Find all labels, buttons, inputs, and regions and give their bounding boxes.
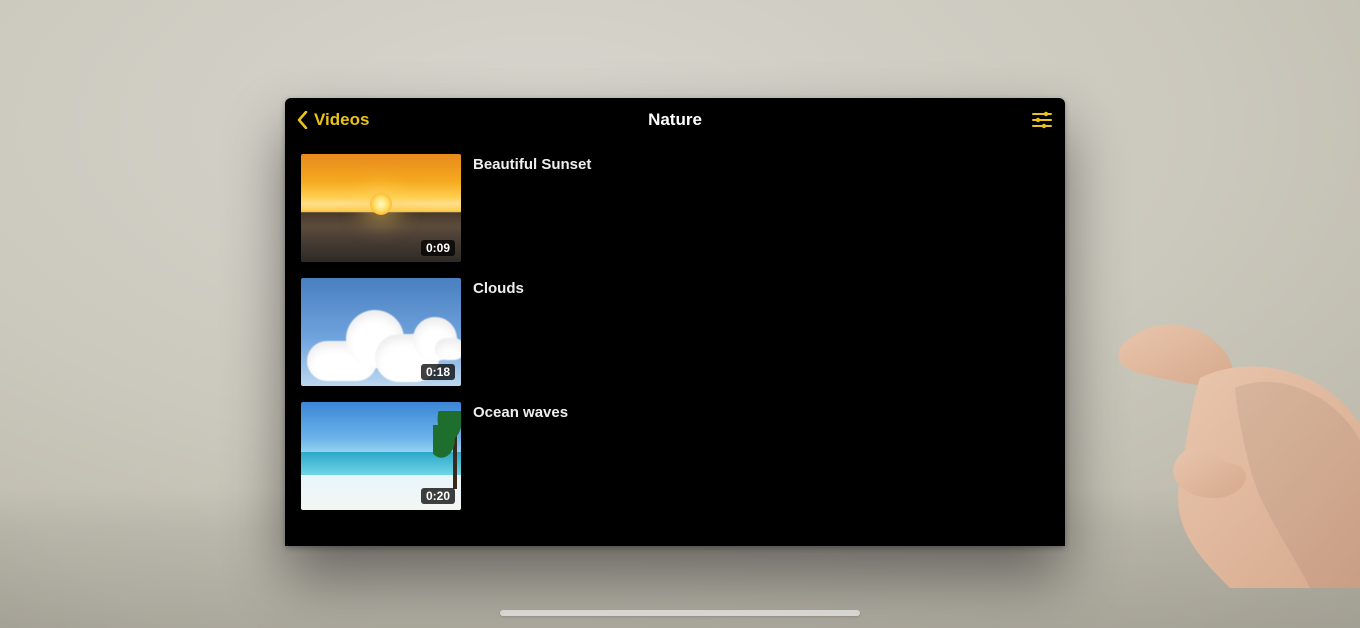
video-title: Clouds xyxy=(473,280,524,297)
video-list: 0:09 Beautiful Sunset 0:18 Clouds 0:20 O… xyxy=(285,142,1065,518)
duration-badge: 0:18 xyxy=(421,364,455,380)
video-title: Ocean waves xyxy=(473,404,568,421)
back-button[interactable]: Videos xyxy=(297,110,369,130)
duration-badge: 0:09 xyxy=(421,240,455,256)
list-item[interactable]: 0:09 Beautiful Sunset xyxy=(301,146,1065,270)
list-item[interactable]: 0:20 Ocean waves xyxy=(301,394,1065,518)
chevron-left-icon xyxy=(297,111,308,129)
video-thumbnail: 0:09 xyxy=(301,154,461,262)
app-panel: Nature Videos xyxy=(285,98,1065,546)
filter-icon[interactable] xyxy=(1031,109,1053,131)
nav-bar: Videos xyxy=(285,98,1065,142)
list-item[interactable]: 0:18 Clouds xyxy=(301,270,1065,394)
video-thumbnail: 0:18 xyxy=(301,278,461,386)
video-title: Beautiful Sunset xyxy=(473,156,591,173)
back-label: Videos xyxy=(314,110,369,130)
video-thumbnail: 0:20 xyxy=(301,402,461,510)
home-indicator[interactable] xyxy=(500,610,860,616)
duration-badge: 0:20 xyxy=(421,488,455,504)
scene-background: Nature Videos xyxy=(0,0,1360,628)
